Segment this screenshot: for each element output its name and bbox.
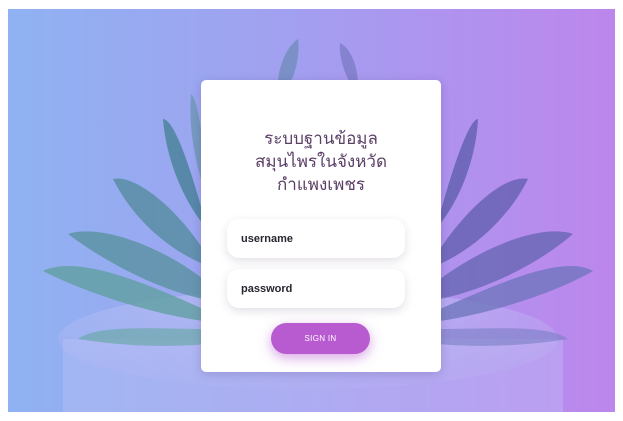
title-line-3: กำแพงเพชร [277, 175, 365, 195]
title-line-2: สมุนไพรในจังหวัด [254, 152, 388, 172]
title-line-1: ระบบฐานข้อมูล [264, 129, 378, 149]
username-input[interactable] [227, 219, 405, 258]
login-page: ระบบฐานข้อมูล สมุนไพรในจังหวัด กำแพงเพชร… [8, 9, 615, 412]
sign-in-button[interactable]: SIGN IN [271, 323, 370, 354]
login-card: ระบบฐานข้อมูล สมุนไพรในจังหวัด กำแพงเพชร… [201, 80, 441, 372]
password-input[interactable] [227, 269, 405, 308]
page-title: ระบบฐานข้อมูล สมุนไพรในจังหวัด กำแพงเพชร [201, 128, 441, 197]
